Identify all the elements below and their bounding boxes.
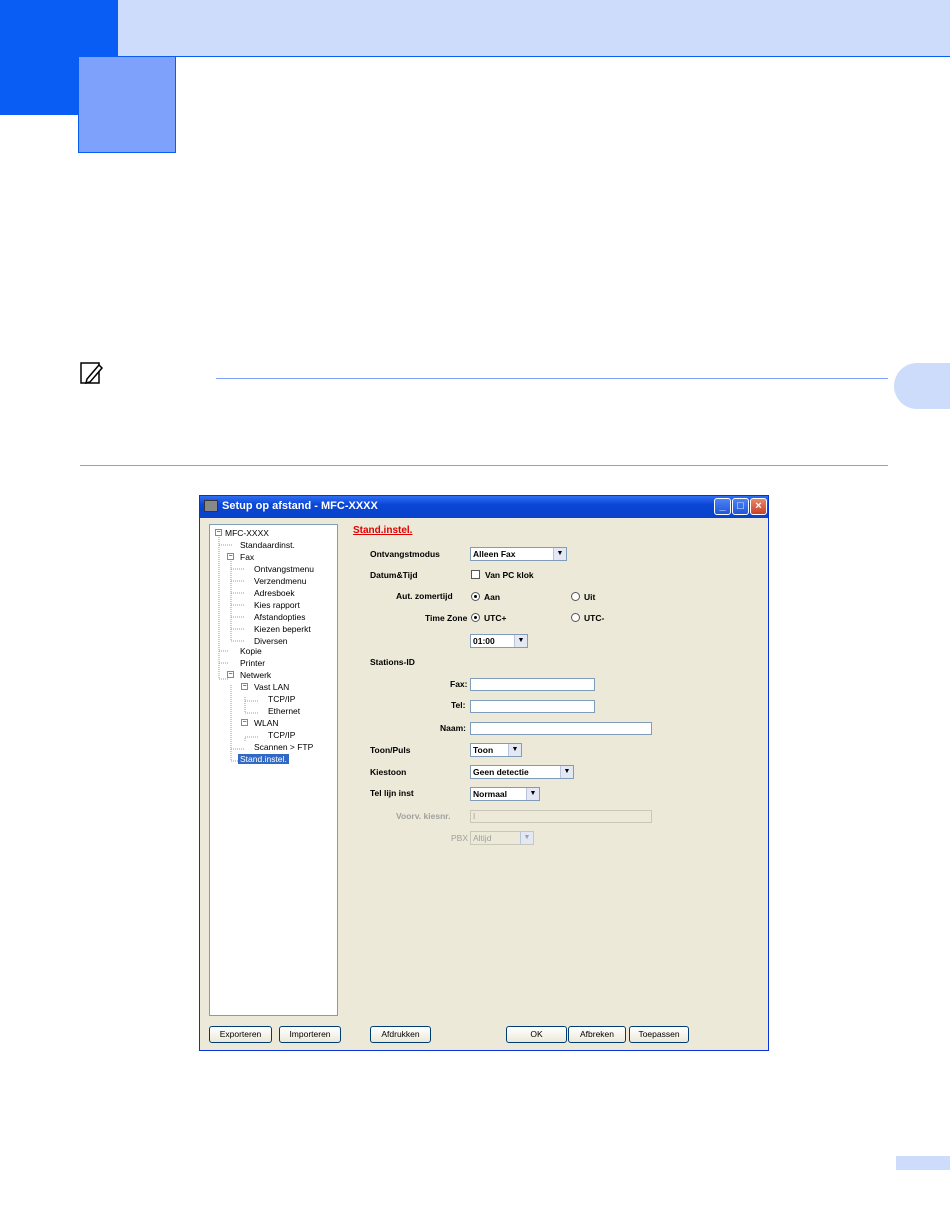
- ontvangstmodus-value: Alleen Fax: [473, 549, 516, 559]
- tel-field[interactable]: [470, 700, 595, 713]
- maximize-button[interactable]: □: [732, 498, 749, 515]
- window-title: Setup op afstand - MFC-XXXX: [222, 500, 378, 512]
- tree-item-kies-rapport[interactable]: Kies rapport: [254, 600, 300, 610]
- collapse-toggle-icon[interactable]: −: [227, 553, 234, 560]
- tree-item-tcpip-wlan[interactable]: TCP/IP: [268, 730, 295, 740]
- ok-button[interactable]: OK: [506, 1026, 567, 1043]
- page-number-tab: [896, 1156, 950, 1170]
- tel-lijn-value: Normaal: [473, 789, 508, 799]
- tree-item-stand-instel[interactable]: Stand.instel.: [238, 754, 289, 764]
- kiestoon-label: Kiestoon: [370, 767, 407, 777]
- chapter-box: [78, 56, 176, 153]
- note-pencil-icon: [80, 362, 104, 385]
- utc-minus-radio[interactable]: [571, 613, 580, 622]
- pbx-select[interactable]: Altijd ▼: [470, 831, 534, 845]
- kiestoon-value: Geen detectie: [473, 767, 529, 777]
- header-rule: [118, 56, 950, 57]
- chevron-down-icon: ▼: [560, 766, 573, 778]
- chevron-down-icon: ▼: [520, 832, 533, 844]
- tree-item-mfc[interactable]: MFC-XXXX: [225, 528, 269, 538]
- afbreken-button[interactable]: Afbreken: [568, 1026, 626, 1043]
- collapse-toggle-icon[interactable]: −: [215, 529, 222, 536]
- tree-item-fax[interactable]: Fax: [240, 552, 254, 562]
- tree-item-printer[interactable]: Printer: [240, 658, 265, 668]
- minimize-button[interactable]: _: [714, 498, 731, 515]
- tree-item-diversen[interactable]: Diversen: [254, 636, 288, 646]
- app-icon: [204, 500, 218, 512]
- note-rule-top: [216, 378, 888, 379]
- exporteren-button[interactable]: Exporteren: [209, 1026, 272, 1043]
- chapter-side-tab: [894, 363, 950, 409]
- tree-item-adresboek[interactable]: Adresboek: [254, 588, 295, 598]
- toon-puls-label: Toon/Puls: [370, 745, 411, 755]
- timezone-value: 01:00: [473, 636, 495, 646]
- close-button[interactable]: ×: [750, 498, 767, 515]
- zomertijd-label: Aut. zomertijd: [396, 591, 453, 601]
- chevron-down-icon: ▼: [526, 788, 539, 800]
- aan-label: Aan: [484, 592, 501, 602]
- time-zone-label: Time Zone: [425, 613, 468, 623]
- uit-label: Uit: [584, 592, 596, 602]
- section-title: Stand.instel.: [353, 525, 413, 536]
- toepassen-button[interactable]: Toepassen: [629, 1026, 689, 1043]
- tree-item-verzendmenu[interactable]: Verzendmenu: [254, 576, 306, 586]
- voorv-kiesnr-field[interactable]: I: [470, 810, 652, 823]
- tree-item-wlan[interactable]: WLAN: [254, 718, 279, 728]
- tree-item-vast-lan[interactable]: Vast LAN: [254, 682, 289, 692]
- tree-item-ontvangstmenu[interactable]: Ontvangstmenu: [254, 564, 314, 574]
- tree-item-ethernet[interactable]: Ethernet: [268, 706, 300, 716]
- collapse-toggle-icon[interactable]: −: [241, 719, 248, 726]
- chevron-down-icon: ▼: [514, 635, 527, 647]
- voorv-kiesnr-label: Voorv. kiesnr.: [396, 811, 451, 821]
- tree-item-kopie[interactable]: Kopie: [240, 646, 262, 656]
- datum-tijd-label: Datum&Tijd: [370, 570, 418, 580]
- fax-label: Fax:: [450, 679, 468, 689]
- stations-id-label: Stations-ID: [370, 657, 415, 667]
- chevron-down-icon: ▼: [508, 744, 521, 756]
- utc-plus-label: UTC+: [484, 613, 507, 623]
- van-pc-klok-checkbox[interactable]: [471, 570, 480, 579]
- van-pc-klok-label: Van PC klok: [485, 570, 534, 580]
- ontvangstmodus-label: Ontvangstmodus: [370, 549, 440, 559]
- timezone-select[interactable]: 01:00 ▼: [470, 634, 528, 648]
- ontvangstmodus-select[interactable]: Alleen Fax ▼: [470, 547, 567, 561]
- title-bar[interactable]: Setup op afstand - MFC-XXXX _ □ ×: [200, 496, 768, 518]
- toon-puls-value: Toon: [473, 745, 494, 755]
- tree-item-netwerk[interactable]: Netwerk: [240, 670, 271, 680]
- zomertijd-aan-radio[interactable]: [471, 592, 480, 601]
- toon-puls-select[interactable]: Toon ▼: [470, 743, 522, 757]
- tel-lijn-select[interactable]: Normaal ▼: [470, 787, 540, 801]
- tree-item-standaardinst[interactable]: Standaardinst.: [240, 540, 295, 550]
- collapse-toggle-icon[interactable]: −: [227, 671, 234, 678]
- pbx-value: Altijd: [473, 833, 492, 843]
- kiestoon-select[interactable]: Geen detectie ▼: [470, 765, 574, 779]
- tel-lijn-label: Tel lijn inst: [370, 788, 414, 798]
- tree-item-tcpip[interactable]: TCP/IP: [268, 694, 295, 704]
- naam-field[interactable]: [470, 722, 652, 735]
- naam-label: Naam:: [440, 723, 466, 733]
- note-rule-bottom: [80, 465, 888, 466]
- collapse-toggle-icon[interactable]: −: [241, 683, 248, 690]
- afdrukken-button[interactable]: Afdrukken: [370, 1026, 431, 1043]
- tree-item-afstandopties[interactable]: Afstandopties: [254, 612, 306, 622]
- page-header-band: [0, 0, 950, 56]
- chevron-down-icon: ▼: [553, 548, 566, 560]
- zomertijd-uit-radio[interactable]: [571, 592, 580, 601]
- tree-item-kiezen-beperkt[interactable]: Kiezen beperkt: [254, 624, 311, 634]
- utc-plus-radio[interactable]: [471, 613, 480, 622]
- setup-window: Setup op afstand - MFC-XXXX _ □ × − MFC-…: [199, 495, 769, 1051]
- settings-tree[interactable]: − MFC-XXXX Standaardinst. − Fax Ontvangs…: [209, 524, 338, 1016]
- utc-minus-label: UTC-: [584, 613, 605, 623]
- tree-item-scannen-ftp[interactable]: Scannen > FTP: [254, 742, 313, 752]
- pbx-label: PBX: [451, 833, 469, 843]
- fax-field[interactable]: [470, 678, 595, 691]
- importeren-button[interactable]: Importeren: [279, 1026, 341, 1043]
- tel-label: Tel:: [451, 700, 466, 710]
